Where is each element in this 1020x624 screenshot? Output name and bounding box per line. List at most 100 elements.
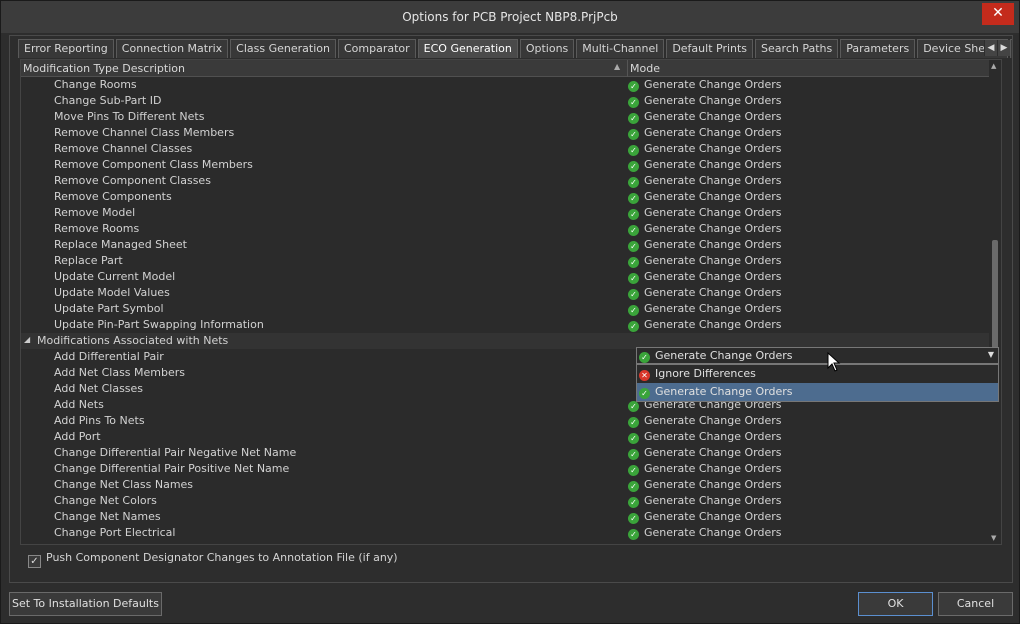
table-row[interactable]: Change Differential Pair Negative Net Na… bbox=[21, 445, 989, 461]
table-row[interactable]: Change Net Class Names ✓ Generate Change O… bbox=[21, 477, 989, 493]
row-mode[interactable]: ✓ Generate Change Orders bbox=[628, 270, 781, 284]
row-mode[interactable]: ✓ Generate Change Orders bbox=[628, 78, 781, 92]
row-mode[interactable]: ✓ Generate Change Orders bbox=[628, 510, 781, 524]
table-row[interactable]: Update Part Symbol ✓ Generate Change Order… bbox=[21, 301, 989, 317]
chevron-down-icon[interactable]: ▼ bbox=[988, 350, 994, 359]
row-mode[interactable]: ✓ Generate Change Orders bbox=[628, 126, 781, 140]
table-row[interactable]: Remove Component Class Members ✓ Generate … bbox=[21, 157, 989, 173]
row-mode[interactable]: ✓ Generate Change Orders bbox=[628, 142, 781, 156]
tab-parameters[interactable]: Parameters bbox=[840, 39, 916, 58]
row-mode[interactable]: ✓ Generate Change Orders bbox=[628, 446, 781, 460]
row-description: Change Rooms bbox=[54, 78, 137, 91]
table-row[interactable]: Remove Components ✓ Generate Change Orders bbox=[21, 189, 989, 205]
option-label: Generate Change Orders bbox=[655, 385, 793, 398]
close-button[interactable]: ✕ bbox=[982, 3, 1014, 25]
tab-manag[interactable]: Manag bbox=[1009, 39, 1012, 58]
row-description: Add Differential Pair bbox=[54, 350, 164, 363]
tab-options[interactable]: Options bbox=[519, 39, 575, 58]
tab-comparator[interactable]: Comparator bbox=[337, 39, 416, 58]
column-divider[interactable] bbox=[627, 60, 628, 77]
check-icon: ✓ bbox=[628, 321, 639, 332]
tab-scroll-left-icon[interactable]: ◀ bbox=[985, 40, 997, 56]
row-description: Add Net Class Members bbox=[54, 366, 186, 379]
tab-scroll-arrows: ◀ ▶ bbox=[984, 40, 1010, 56]
scroll-down-icon[interactable]: ▼ bbox=[991, 534, 999, 542]
row-mode[interactable]: ✓ Generate Change Orders bbox=[628, 494, 781, 508]
mode-label: Generate Change Orders bbox=[644, 318, 782, 331]
set-defaults-button[interactable]: Set To Installation Defaults bbox=[9, 592, 162, 616]
table-row[interactable]: Update Current Model ✓ Generate Change Ord… bbox=[21, 269, 989, 285]
check-icon: ✓ bbox=[628, 529, 639, 540]
row-mode[interactable]: ✓ Generate Change Orders bbox=[628, 158, 781, 172]
tab-class-generation[interactable]: Class Generation bbox=[230, 39, 336, 58]
mode-select-value: ✓ Generate Change Orders bbox=[639, 349, 792, 363]
tab-search-paths[interactable]: Search Paths bbox=[755, 39, 839, 58]
table-row[interactable]: Add Pins To Nets ✓ Generate Change Orders bbox=[21, 413, 989, 429]
row-mode[interactable]: ✓ Generate Change Orders bbox=[628, 174, 781, 188]
check-icon: ✓ bbox=[628, 145, 639, 156]
row-mode[interactable]: ✓ Generate Change Orders bbox=[628, 286, 781, 300]
row-mode[interactable]: ✓ Generate Change Orders bbox=[628, 238, 781, 252]
tab-error-reporting[interactable]: Error Reporting bbox=[18, 39, 114, 58]
column-header-description[interactable]: Modification Type Description bbox=[23, 62, 185, 75]
table-row[interactable]: Remove Model ✓ Generate Change Orders bbox=[21, 205, 989, 221]
row-mode[interactable]: ✓ Generate Change Orders bbox=[628, 94, 781, 108]
mode-select[interactable]: ✓ Generate Change Orders ▼ bbox=[636, 347, 999, 364]
check-icon: ✓ bbox=[628, 305, 639, 316]
row-description: Remove Channel Classes bbox=[54, 142, 193, 155]
row-mode[interactable]: ✓ Generate Change Orders bbox=[628, 526, 781, 540]
tab-eco-generation[interactable]: ECO Generation bbox=[417, 39, 518, 58]
table-row[interactable]: Move Pins To Different Nets ✓ Generate Cha… bbox=[21, 109, 989, 125]
check-icon: ✓ bbox=[628, 449, 639, 460]
ok-button[interactable]: OK bbox=[858, 592, 933, 616]
vertical-scrollbar[interactable]: ▲ ▼ bbox=[989, 60, 1001, 544]
row-description: Replace Part bbox=[54, 254, 123, 267]
option-label: Ignore Differences bbox=[655, 367, 756, 380]
row-mode[interactable]: ✓ Generate Change Orders bbox=[628, 414, 781, 428]
table-row[interactable]: Change Net Names ✓ Generate Change Orders bbox=[21, 509, 989, 525]
tab-default-prints[interactable]: Default Prints bbox=[666, 39, 754, 58]
tab-scroll-right-icon[interactable]: ▶ bbox=[998, 40, 1010, 56]
table-row[interactable]: Change Port Electrical ✓ Generate Change O… bbox=[21, 525, 989, 541]
row-description: Add Net Classes bbox=[54, 382, 144, 395]
table-row[interactable]: Remove Channel Class Members ✓ Generate Ch… bbox=[21, 125, 989, 141]
table-row[interactable]: Change Differential Pair Positive Net Na… bbox=[21, 461, 989, 477]
row-mode[interactable]: ✓ Generate Change Orders bbox=[628, 254, 781, 268]
tab-multi-channel[interactable]: Multi-Channel bbox=[576, 39, 665, 58]
row-mode[interactable]: ✓ Generate Change Orders bbox=[628, 222, 781, 236]
cancel-button[interactable]: Cancel bbox=[938, 592, 1013, 616]
table-row[interactable]: Replace Part ✓ Generate Change Orders bbox=[21, 253, 989, 269]
check-icon: ✓ bbox=[628, 257, 639, 268]
table-row[interactable]: Replace Managed Sheet ✓ Generate Change Or… bbox=[21, 237, 989, 253]
row-mode[interactable]: ✓ Generate Change Orders bbox=[628, 478, 781, 492]
row-mode[interactable]: ✓ Generate Change Orders bbox=[628, 206, 781, 220]
row-mode[interactable]: ✓ Generate Change Orders bbox=[628, 302, 781, 316]
scroll-up-icon[interactable]: ▲ bbox=[991, 62, 999, 70]
row-description: Add Port bbox=[54, 430, 101, 443]
table-row[interactable]: Remove Channel Classes ✓ Generate Change O… bbox=[21, 141, 989, 157]
push-designator-option[interactable]: ✓ Push Component Designator Changes to An… bbox=[28, 551, 398, 568]
row-mode[interactable]: ✓ Generate Change Orders bbox=[628, 430, 781, 444]
table-row[interactable]: Change Sub-Part ID ✓ Generate Change Order… bbox=[21, 93, 989, 109]
table-row[interactable]: Change Rooms ✓ Generate Change Orders bbox=[21, 77, 989, 93]
table-row[interactable]: Update Pin-Part Swapping Information ✓ Gen… bbox=[21, 317, 989, 333]
column-header-mode[interactable]: Mode bbox=[630, 62, 660, 75]
tab-connection-matrix[interactable]: Connection Matrix bbox=[115, 39, 229, 58]
table-row[interactable]: Remove Component Classes ✓ Generate Change… bbox=[21, 173, 989, 189]
collapse-icon[interactable]: ◢ bbox=[24, 335, 30, 344]
push-designator-checkbox[interactable]: ✓ bbox=[28, 555, 41, 568]
table-row[interactable]: Remove Rooms ✓ Generate Change Orders bbox=[21, 221, 989, 237]
dropdown-option-ignore[interactable]: ✕ Ignore Differences bbox=[637, 365, 998, 383]
push-designator-label: Push Component Designator Changes to Ann… bbox=[46, 551, 398, 564]
mode-label: Generate Change Orders bbox=[644, 526, 782, 539]
table-row[interactable]: Change Net Colors ✓ Generate Change Orders bbox=[21, 493, 989, 509]
row-mode[interactable]: ✓ Generate Change Orders bbox=[628, 190, 781, 204]
row-description: Replace Managed Sheet bbox=[54, 238, 187, 251]
row-mode[interactable]: ✓ Generate Change Orders bbox=[628, 318, 781, 332]
table-row[interactable]: Add Port ✓ Generate Change Orders bbox=[21, 429, 989, 445]
table-row[interactable]: Update Model Values ✓ Generate Change Orde… bbox=[21, 285, 989, 301]
row-mode[interactable]: ✓ Generate Change Orders bbox=[628, 462, 781, 476]
dropdown-option-generate[interactable]: ✓ Generate Change Orders bbox=[637, 383, 998, 401]
row-mode[interactable]: ✓ Generate Change Orders bbox=[628, 110, 781, 124]
row-description: Update Part Symbol bbox=[54, 302, 164, 315]
